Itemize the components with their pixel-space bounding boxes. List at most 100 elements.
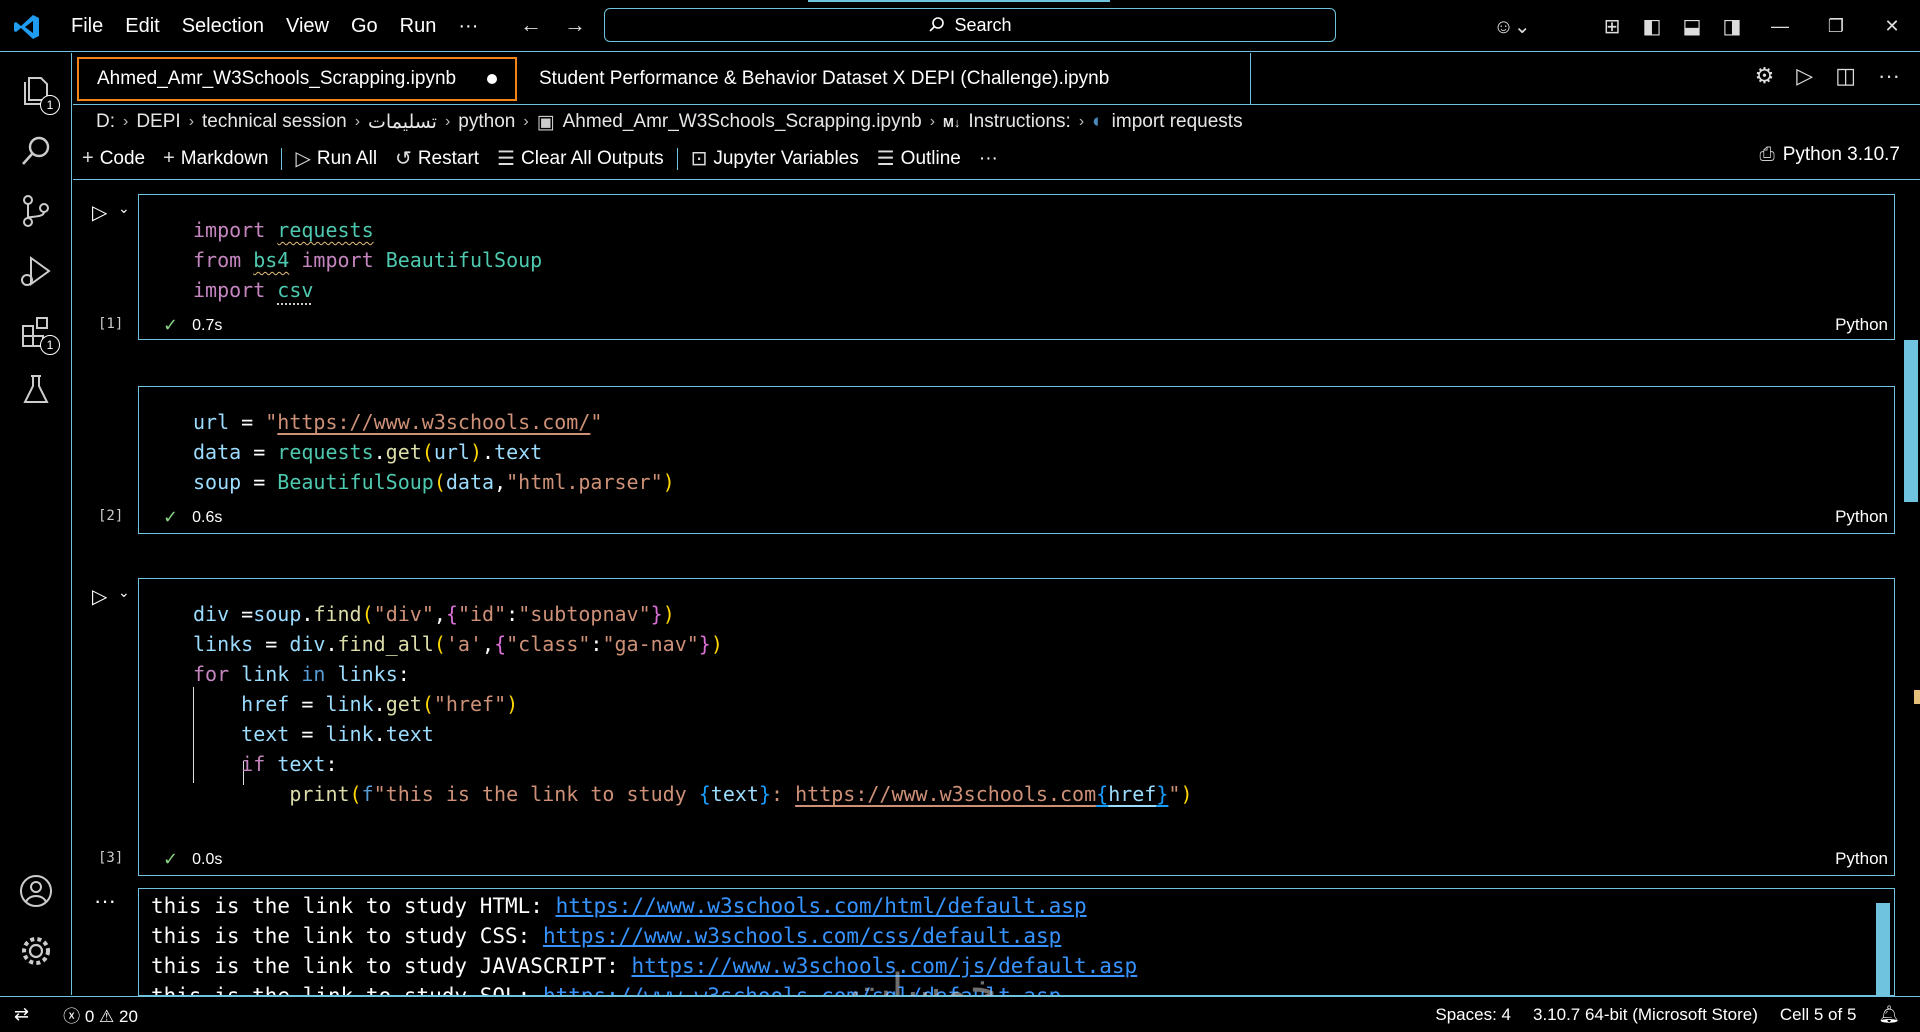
output-scrollbar[interactable]	[1876, 903, 1890, 995]
extensions-button[interactable]: 1	[14, 309, 60, 355]
code-cell[interactable]: div =soup.find("div",{"id":"subtopnav"})…	[138, 578, 1895, 876]
success-check-icon: ✓	[163, 315, 179, 335]
cell-language[interactable]: Python	[1835, 849, 1888, 869]
indentation-status[interactable]: Spaces: 4	[1435, 1005, 1511, 1025]
execution-time: 0.6s	[192, 508, 223, 526]
cell-code[interactable]: url = "https://www.w3schools.com/" data …	[193, 407, 675, 497]
add-code-cell-button[interactable]: + Code	[73, 143, 154, 175]
accounts-button[interactable]	[14, 869, 58, 913]
toggle-secondary-sidebar-icon[interactable]: ◨	[1712, 14, 1752, 39]
breadcrumb-drive[interactable]: D:	[96, 111, 115, 133]
split-editor-icon[interactable]: ◫	[1835, 63, 1856, 89]
execution-time: 0.0s	[192, 850, 223, 868]
unsaved-dot-icon[interactable]	[487, 74, 497, 84]
menu-edit[interactable]: Edit	[114, 15, 170, 38]
notebook-toolbar: + Code + Markdown ▷ Run All ↺ Restart ☰ Clear…	[73, 138, 1920, 180]
menu-view[interactable]: View	[275, 15, 340, 38]
restart-button[interactable]: ↺ Restart	[386, 143, 488, 175]
interpreter-status[interactable]: 3.10.7 64-bit (Microsoft Store)	[1533, 1005, 1758, 1025]
notifications-bell-icon[interactable]: 🔔︎	[1878, 1005, 1900, 1025]
output-link[interactable]: https://www.w3schools.com/css/default.as…	[543, 924, 1061, 948]
toggle-primary-sidebar-icon[interactable]: ◧	[1632, 14, 1672, 39]
outline-icon: ☰	[876, 148, 895, 170]
run-icon[interactable]: ▷	[1796, 63, 1813, 89]
execution-count: [1]	[98, 316, 124, 332]
back-arrow-icon[interactable]: ←	[520, 12, 542, 38]
cell-position-status[interactable]: Cell 5 of 5	[1780, 1005, 1857, 1025]
remote-icon[interactable]: ⇄	[14, 1004, 29, 1025]
tab-ahmed-notebook[interactable]: Ahmed_Amr_W3Schools_Scrapping.ipynb	[77, 57, 517, 101]
manage-button[interactable]	[14, 929, 58, 973]
chevron-down-icon[interactable]: ⌄	[118, 584, 130, 601]
search-view-button[interactable]	[14, 129, 58, 173]
warning-count: 20	[119, 1007, 138, 1026]
cell-language[interactable]: Python	[1835, 315, 1888, 335]
menu-run[interactable]: Run	[389, 15, 448, 38]
copilot-icon[interactable]: ☺⌄	[1492, 14, 1532, 39]
testing-button[interactable]	[14, 367, 58, 411]
account-icon	[20, 875, 52, 907]
gear-icon	[22, 937, 50, 965]
breadcrumb-import-requests[interactable]: import requests	[1112, 111, 1243, 133]
extensions-badge: 1	[40, 335, 60, 355]
settings-gear-icon[interactable]: ⚙	[1755, 63, 1775, 89]
status-bar: ⇄ ⓧ 0 ⚠ 20 Spaces: 4 3.10.7 64-bit (Micr…	[0, 996, 1920, 1032]
restart-icon: ↺	[395, 148, 412, 170]
output-more-actions[interactable]: ···	[94, 888, 116, 914]
toolbar-more-button[interactable]: ···	[970, 143, 1007, 175]
breadcrumb-depi[interactable]: DEPI	[136, 111, 180, 133]
jupyter-variables-button[interactable]: ⊡ Jupyter Variables	[682, 143, 868, 175]
editor-tabs: Ahmed_Amr_W3Schools_Scrapping.ipynb Stud…	[73, 53, 1920, 105]
command-center-search[interactable]: Search	[604, 8, 1336, 42]
cell-code[interactable]: import requests from bs4 import Beautifu…	[193, 215, 542, 305]
output-link[interactable]: https://www.w3schools.com/html/default.a…	[556, 894, 1087, 918]
code-cell[interactable]: url = "https://www.w3schools.com/" data …	[138, 386, 1895, 534]
breadcrumb-notebook[interactable]: Ahmed_Amr_W3Schools_Scrapping.ipynb	[563, 111, 922, 133]
kernel-icon: ⎙	[1759, 144, 1775, 165]
forward-arrow-icon[interactable]: →	[564, 12, 586, 38]
more-actions-icon[interactable]: ···	[1878, 63, 1900, 89]
jupyter-variables-label: Jupyter Variables	[713, 147, 859, 169]
menu-selection[interactable]: Selection	[171, 15, 275, 38]
run-cell-button[interactable]: ▷	[92, 200, 107, 225]
chevron-down-icon[interactable]: ⌄	[118, 200, 130, 217]
breadcrumb-python[interactable]: python	[458, 111, 515, 133]
add-markdown-cell-button[interactable]: + Markdown	[154, 143, 277, 175]
close-icon[interactable]: ✕	[1864, 16, 1920, 37]
code-cell[interactable]: import requests from bs4 import Beautifu…	[138, 194, 1895, 340]
toggle-panel-icon[interactable]: ⬓	[1672, 14, 1712, 39]
run-debug-button[interactable]	[14, 249, 58, 293]
more-label: ···	[978, 147, 998, 169]
run-all-button[interactable]: ▷ Run All	[286, 143, 386, 175]
problems-indicator[interactable]: ⓧ 0 ⚠ 20	[63, 1002, 138, 1027]
editor-scrollbar[interactable]	[1904, 340, 1918, 502]
search-icon	[929, 17, 945, 32]
kernel-picker[interactable]: ⎙ Python 3.10.7	[1760, 144, 1900, 166]
customize-layout-icon[interactable]: ⊞	[1592, 14, 1632, 39]
clear-all-outputs-button[interactable]: ☰ Clear All Outputs	[488, 143, 673, 175]
menu-go[interactable]: Go	[340, 15, 389, 38]
cell-language[interactable]: Python	[1835, 507, 1888, 527]
menu-file[interactable]: File	[60, 15, 114, 38]
vscode-logo-icon	[14, 15, 39, 39]
menu-bar: File Edit Selection View Go Run ···	[60, 0, 489, 52]
menu-more[interactable]: ···	[447, 15, 489, 38]
output-line: this is the link to study HTML: https://…	[151, 894, 1087, 918]
title-bar: File Edit Selection View Go Run ··· ← → …	[0, 0, 1920, 52]
breadcrumb-submissions[interactable]: تسليمات	[368, 111, 437, 134]
breadcrumb-technical-session[interactable]: technical session	[202, 111, 347, 133]
breadcrumb-instructions[interactable]: Instructions:	[968, 111, 1070, 133]
tab-student-performance-notebook[interactable]: Student Performance & Behavior Dataset X…	[521, 53, 1251, 105]
explorer-button[interactable]: 1	[14, 69, 60, 115]
outline-button[interactable]: ☰ Outline	[868, 143, 970, 175]
execution-count: [2]	[98, 508, 124, 524]
search-icon	[22, 136, 50, 165]
restore-icon[interactable]: ❐	[1808, 16, 1864, 37]
cell-code[interactable]: div =soup.find("div",{"id":"subtopnav"})…	[193, 599, 1193, 809]
chevron-right-icon: ›	[1078, 113, 1085, 130]
add-markdown-label: Markdown	[180, 147, 269, 169]
source-control-button[interactable]	[14, 189, 58, 233]
run-cell-button[interactable]: ▷	[92, 584, 107, 609]
minimize-icon[interactable]: —	[1752, 16, 1808, 37]
chevron-right-icon: ›	[188, 113, 195, 130]
